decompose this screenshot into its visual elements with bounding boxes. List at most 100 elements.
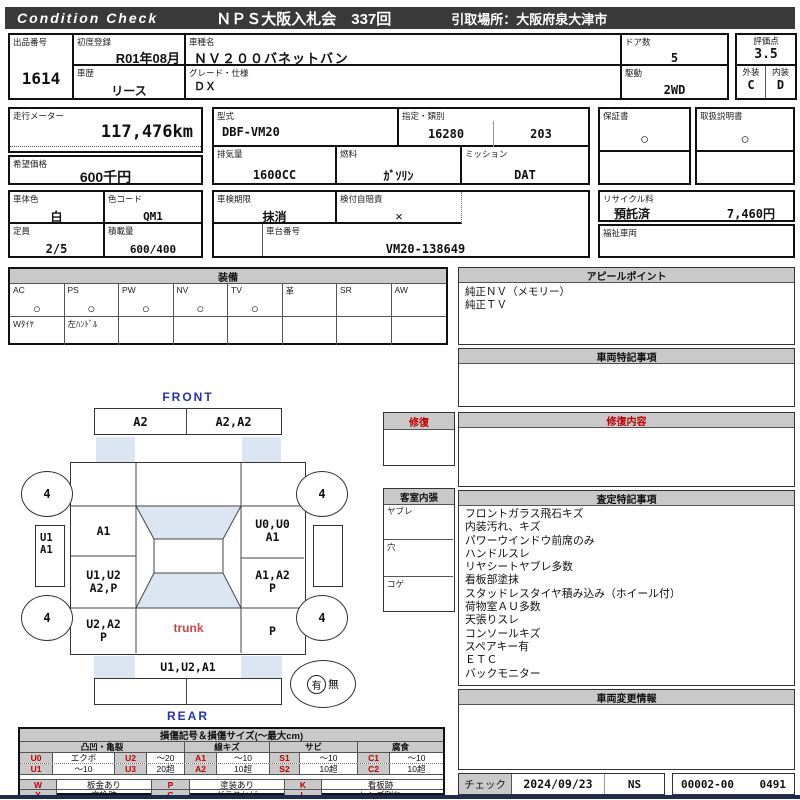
auction-title: ＮＰＳ大阪入札会 337回 [216,10,392,28]
assessment-line: 内装汚れ、キズ [465,521,541,534]
doors-cell: ドア数 5 [622,35,727,66]
fuel-label: 燃料 [340,149,358,159]
legend-value: 10超 [407,764,426,774]
lining-tear-cell: ヤブレ [384,504,453,540]
tire-rear-left: 4 [21,595,73,641]
chassis-value: VM20-138649 [385,242,466,256]
body-color-cell: 車体色 白 [10,192,105,224]
legend-value: 20超 [147,764,185,774]
insurance-label: 検付自賠責 [340,194,383,204]
displacement-label: 排気量 [217,149,243,159]
front-bumper-right-codes: A2,A2 [215,414,252,429]
right-rocker-panel [313,525,343,587]
score-value: 3.5 [754,47,778,62]
exterior-grade-cell: 外装 C [737,66,766,98]
load-cell: 積載量 600/400 [105,224,201,256]
change-info-title: 車両変更情報 [459,690,794,705]
legend-code: U0 [20,753,53,763]
cabin-lining-title: 客室内張 [384,489,454,505]
fuel-cell: 燃料 ｶﾞｿﾘﾝ [337,147,462,183]
legend-value: 〜10 [53,764,115,774]
grade-label: グレード・仕様 [189,68,249,78]
left-rear-door-codes: U1,U2 A2,P [86,568,121,595]
equip-nv: NV ○ [174,284,228,316]
price-box: 希望価格 600千円 [8,155,203,185]
model-name-cell: 車種名 ＮＶ２００バネットバン [186,35,622,66]
check-date: 2024/09/23 [512,774,605,794]
left-rocker-codes: U1 A1 [35,525,65,587]
color-code-cell: 色コード QM1 [105,192,201,224]
appeal-panel: アピールポイント 純正ＮＶ（メモリー） 純正ＴＶ [458,267,795,345]
model-code-value: DBF-VM20 [222,125,280,139]
legend-code: U1 [20,764,53,774]
score-label: 評価点 [753,36,779,46]
equip-ac: AC ○ [10,284,65,316]
document-number-box: 00002-00 0491 [672,773,795,795]
displacement-cell: 排気量 1600CC [214,147,337,183]
check-inspector: NS [627,777,642,791]
first-registration-label: 初度登録 [77,37,112,47]
body-color-label: 車体色 [13,194,39,204]
equip-extra-1-label: Wﾀｲﾔ [13,319,34,329]
info-grid-2: 型式 DBF-VM20 指定・類別 16280 203 排気量 1600CC 燃… [212,107,590,185]
legend-code: C1 [358,753,390,763]
welfare-label: 福祉車両 [603,228,638,238]
brand-logo: Condition Check [17,10,159,26]
check-label: チェック [459,774,512,794]
legend-value: 10超 [300,764,358,774]
left-front-door-codes: A1 [96,524,111,538]
score-box: 評価点 3.5 外装 C 内装 D [735,33,797,100]
appeal-line: 純正ＮＶ（メモリー） [465,286,570,298]
odometer-label: 走行メーター [13,111,65,121]
mission-label: ミッション [465,149,508,159]
trunk-label: trunk [173,621,204,635]
lot-number-label: 出品番号 [13,37,48,47]
equip-ps-label: PS [67,285,79,295]
legend-value: 〜10 [407,753,426,763]
equip-extra-7 [337,317,392,345]
equip-tv: TV ○ [228,284,283,316]
left-quarter-codes: U2,A2 P [86,616,121,644]
lot-number-cell: 出品番号 1614 [10,35,74,98]
equip-extra-3 [119,317,174,345]
chassis-cell: 車台番号 VM20-138649 [262,224,588,256]
legend-code: S2 [270,764,300,774]
assessment-line: 荷物室ＡＵ多数 [465,601,541,614]
legend-value: 〜10 [217,753,270,763]
front-bumper: A2 A2,A2 [94,408,282,435]
right-front-door-codes: U0,U0 A1 [255,517,290,544]
legend-code: A1 [185,753,217,763]
color-code-label: 色コード [108,194,143,204]
assessment-panel: 査定特記事項 フロントガラス飛石キズ 内装汚れ、キズ パワーウインドウ前席のみ … [458,490,795,686]
check-box: チェック 2024/09/23 NS [458,773,665,795]
lining-hole-cell: 穴 [384,540,453,577]
diagram-rear-label: REAR [166,709,209,723]
legend-code: A2 [185,764,217,774]
right-rear-door-codes: A1,A2 P [255,568,290,595]
assessment-line: バックモニター [465,667,541,680]
document-number: 00002-00 [681,777,734,791]
warranty-box: 保証書 ○ [598,107,691,185]
assessment-line: コンソールキズ [465,627,541,640]
rear-bumper-left [95,679,187,704]
inspection-cell: 車検期限 抹消 [214,192,337,224]
equip-pw: PW ○ [119,284,174,316]
legend-value: エクボ [53,753,115,763]
class-value-1: 16280 [427,127,465,141]
recycle-fee: 7,460円 [726,207,775,221]
diagram-front-label: FRONT [162,390,214,404]
legend-code: W [20,780,57,790]
equipment-title: 装備 [10,269,446,284]
assessment-line: スタッドレスタイヤ積み込み（ホイール付） [465,587,681,600]
chassis-label: 車台番号 [266,226,301,236]
capacity-cell: 定員 2/5 [10,224,105,256]
legend-code: U3 [115,764,147,774]
history-label: 車歴 [77,68,95,78]
interior-grade-cell: 内装 D [766,66,795,98]
pickup-location: 引取場所：大阪府泉大津市 [451,11,608,27]
legend-code: P [152,780,190,790]
assessment-line: リヤシートヤブレ多数 [465,561,573,574]
tire-front-left: 4 [21,471,73,517]
assessment-line: スペアキー有 [465,640,530,653]
assessment-line: ハンドルスレ [465,547,530,560]
